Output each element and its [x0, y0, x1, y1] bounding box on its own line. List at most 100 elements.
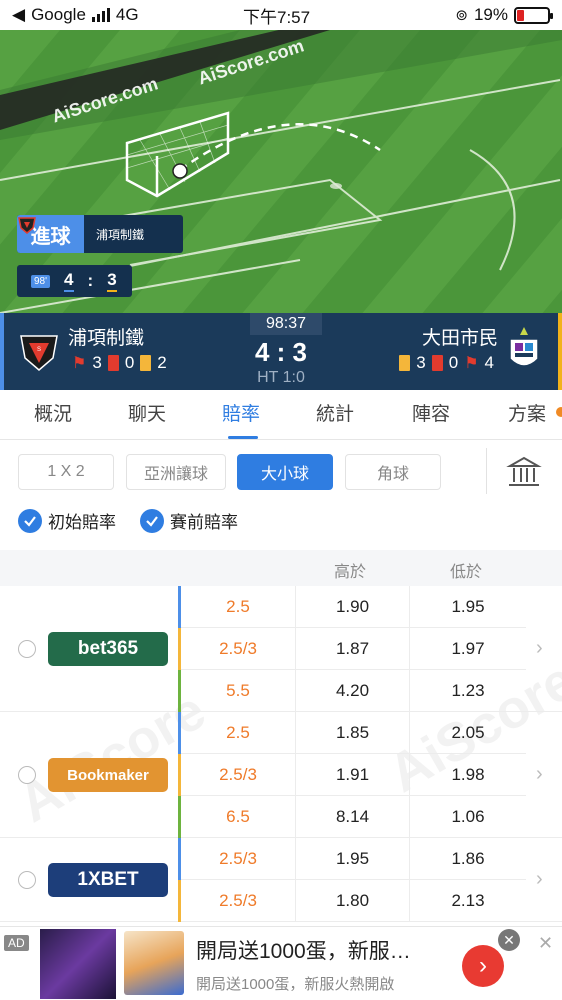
- prematch-odds-checkbox[interactable]: 賽前賠率: [140, 508, 238, 533]
- away-team-name[interactable]: 大田市民: [422, 323, 498, 350]
- odds-under: 1.95: [451, 597, 485, 616]
- odds-under: 2.13: [451, 891, 485, 910]
- bookmaker-logo[interactable]: 1XBET: [48, 863, 168, 897]
- bookmaker-block[interactable]: Bookmaker › 2.5 1.85 2.05 2.5/3 1.91 1.98 6.5 8.1…: [0, 712, 562, 838]
- bookmaker-radio[interactable]: [18, 640, 36, 658]
- away-team-logo-icon[interactable]: [506, 325, 542, 377]
- goal-team: 浦項制鐵: [18, 217, 145, 243]
- tab-bar: 概況 聊天 賠率 統計 陣容 方案: [0, 390, 562, 440]
- initial-odds-checkbox[interactable]: 初始賠率: [18, 508, 116, 533]
- goal-team-name: 浦項制鐵: [96, 227, 145, 242]
- odds-table-header: 高於 低於: [0, 550, 562, 586]
- mini-away-score: 3: [107, 270, 117, 292]
- filter-corners-button[interactable]: 角球: [345, 454, 441, 490]
- odds-over: 8.14: [296, 796, 410, 838]
- ad-title[interactable]: 開局送1000蛋，新服…: [196, 935, 446, 965]
- check-icon: [140, 508, 164, 533]
- bookmaker-block[interactable]: bet365 › 2.5 1.90 1.95 2.5/3 1.87 1.97 5.5 4.20 1.…: [0, 586, 562, 712]
- divider: [486, 448, 487, 494]
- notification-dot: [556, 407, 562, 417]
- odds-under: 1.86: [451, 849, 485, 868]
- ad-open-arrow-icon[interactable]: ›: [462, 945, 504, 987]
- odds-line: 5.5: [181, 670, 296, 712]
- scoreboard: S 浦項制鐵 ⚑ 3 0 2 98:37 4 : 3 HT 1:0 大田市民 3…: [0, 313, 562, 390]
- odds-under: 1.98: [451, 765, 485, 784]
- bookmaker-logo[interactable]: bet365: [48, 632, 168, 666]
- odds-over: 1.95: [296, 838, 410, 880]
- bookmaker-radio[interactable]: [18, 871, 36, 889]
- header-over: 高於: [334, 564, 367, 581]
- odds-line: 2.5/3: [181, 754, 296, 796]
- odds-over: 1.91: [296, 754, 410, 796]
- ad-subtitle[interactable]: 開局送1000蛋，新服火熱開啟: [196, 973, 394, 994]
- red-card-icon: [431, 355, 443, 371]
- tab-overview[interactable]: 概況: [34, 390, 72, 440]
- tab-stats[interactable]: 統計: [316, 390, 354, 440]
- goal-event-card: 進球 浦項制鐵: [17, 215, 183, 253]
- bookmaker-radio[interactable]: [18, 766, 36, 784]
- odds-row[interactable]: 2.5/3 1.80 2.13: [178, 880, 526, 922]
- odds-row[interactable]: 2.5 1.85 2.05: [178, 712, 526, 754]
- back-arrow-icon[interactable]: ◀: [12, 5, 25, 25]
- match-timer: 98:37: [250, 313, 322, 335]
- odds-table: AiScore AiScore bet365 › 2.5 1.90 1.95 2.5/3 1…: [0, 586, 562, 926]
- filter-1x2-button[interactable]: 1 X 2: [18, 454, 114, 490]
- ad-close-icon[interactable]: ✕: [498, 929, 520, 951]
- filter-over-under-button[interactable]: 大小球: [237, 454, 333, 490]
- ad-label: AD: [4, 935, 29, 951]
- back-app-label[interactable]: Google: [31, 5, 86, 25]
- odds-line: 2.5/3: [181, 880, 296, 922]
- prematch-odds-label: 賽前賠率: [170, 513, 238, 532]
- odds-line: 2.5/3: [181, 628, 296, 670]
- filter-asian-handicap-button[interactable]: 亞洲讓球: [126, 454, 226, 490]
- odds-over: 1.87: [296, 628, 410, 670]
- odds-row[interactable]: 2.5/3 1.91 1.98: [178, 754, 526, 796]
- odds-row[interactable]: 2.5/3 1.87 1.97: [178, 628, 526, 670]
- ad-game-image[interactable]: [40, 929, 116, 999]
- chevron-right-icon[interactable]: ›: [536, 637, 543, 660]
- header-under: 低於: [450, 564, 483, 581]
- minute-badge: 98': [31, 274, 51, 288]
- initial-odds-label: 初始賠率: [48, 513, 116, 532]
- bookmaker-logo[interactable]: Bookmaker: [48, 758, 168, 792]
- bank-icon[interactable]: [506, 454, 542, 490]
- tab-chat[interactable]: 聊天: [128, 390, 166, 440]
- status-bar: ◀ Google 4G 下午7:57 ⊚ 19%: [0, 0, 562, 30]
- team-crest-icon: [18, 217, 36, 234]
- chevron-right-icon[interactable]: ›: [536, 868, 543, 891]
- ad-dismiss-icon[interactable]: ✕: [538, 933, 553, 954]
- rotation-lock-icon: ⊚: [455, 7, 468, 24]
- odds-row[interactable]: 5.5 4.20 1.23: [178, 670, 526, 712]
- odds-under: 1.06: [451, 807, 485, 826]
- mini-scoreboard: 98' 4 : 3: [17, 265, 132, 297]
- corner-flag-icon: ⚑: [464, 355, 479, 372]
- tab-lineup[interactable]: 陣容: [412, 390, 450, 440]
- odds-over: 1.85: [296, 712, 410, 754]
- odds-over: 4.20: [296, 670, 410, 712]
- match-animation-field: AiScore.com AiScore.com 進球 浦項制鐵 98' 4 : …: [0, 30, 562, 313]
- odds-line: 2.5: [181, 712, 296, 754]
- active-tab-indicator: [228, 436, 258, 439]
- ad-character-image[interactable]: [124, 931, 184, 995]
- tab-odds[interactable]: 賠率: [222, 390, 260, 440]
- ad-banner[interactable]: AD 開局送1000蛋，新服… 開局送1000蛋，新服火熱開啟 › ✕ ✕: [0, 926, 562, 1000]
- network-label: 4G: [115, 5, 139, 24]
- battery-percent: 19%: [473, 5, 508, 24]
- odds-row[interactable]: 6.5 8.14 1.06: [178, 796, 526, 838]
- odds-filters: 1 X 2 亞洲讓球 大小球 角球 初始賠率 賽前賠率: [0, 440, 562, 550]
- clock: 下午7:57: [243, 7, 311, 27]
- odds-line: 2.5/3: [181, 838, 296, 880]
- signal-icon: [91, 8, 110, 22]
- tab-plans[interactable]: 方案: [508, 390, 546, 440]
- odds-row[interactable]: 2.5/3 1.95 1.86: [178, 838, 526, 880]
- away-red-cards: 0: [448, 353, 459, 372]
- odds-over: 1.90: [296, 586, 410, 628]
- odds-line: 6.5: [181, 796, 296, 838]
- bookmaker-block[interactable]: 1XBET › 2.5/3 1.95 1.86 2.5/3 1.80 2.13: [0, 838, 562, 922]
- chevron-right-icon[interactable]: ›: [536, 763, 543, 786]
- mini-sep: :: [87, 271, 94, 290]
- odds-row[interactable]: 2.5 1.90 1.95: [178, 586, 526, 628]
- odds-under: 1.23: [451, 681, 485, 700]
- away-stats: 3 0 ⚑ 4: [399, 353, 494, 373]
- check-icon: [18, 508, 42, 533]
